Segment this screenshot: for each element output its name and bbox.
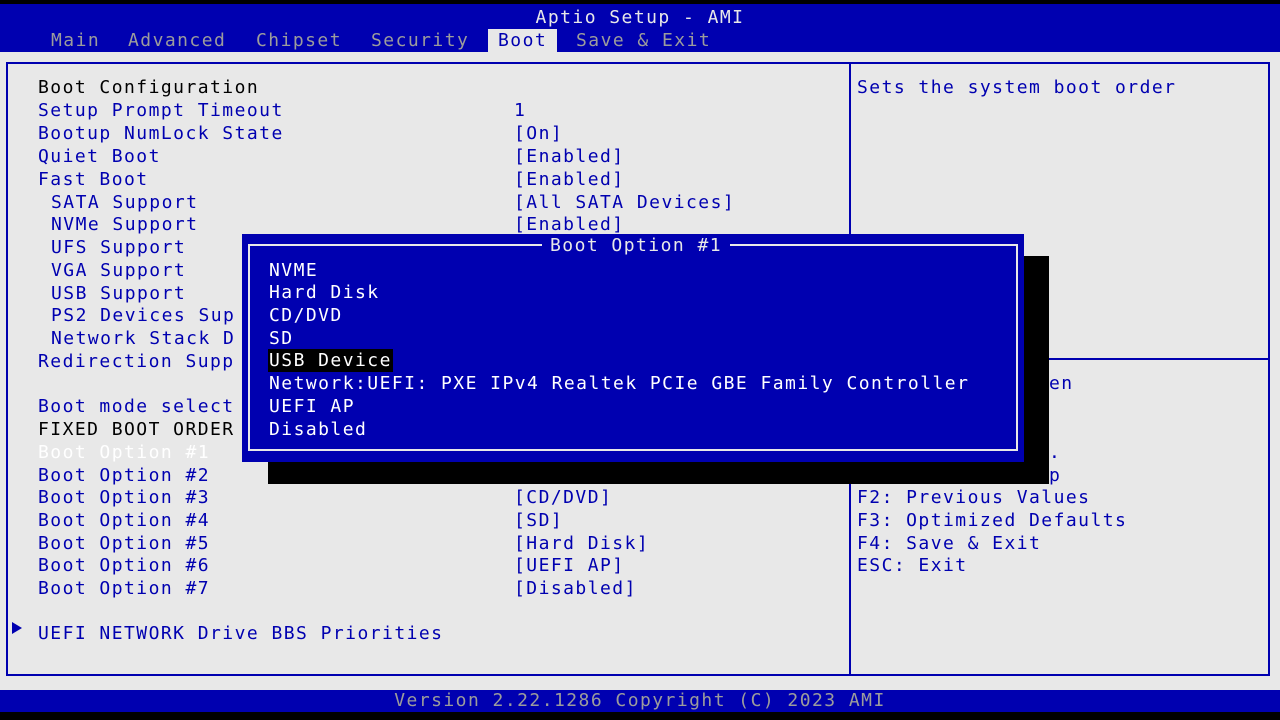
tab-security[interactable]: Security	[361, 29, 479, 52]
setting-nvme-support[interactable]: NVMe Support	[51, 213, 198, 236]
setting-boot-option-2[interactable]: Boot Option #2	[38, 464, 210, 487]
value-boot-option-7[interactable]: [Disabled]	[514, 577, 637, 600]
app-title: Aptio Setup - AMI	[535, 7, 745, 28]
setting-boot-option-6[interactable]: Boot Option #6	[38, 554, 210, 577]
value-boot-option-5[interactable]: [Hard Disk]	[514, 532, 649, 555]
version-text: Version 2.22.1286 Copyright (C) 2023 AMI	[394, 690, 886, 711]
setting-boot-option-5[interactable]: Boot Option #5	[38, 532, 210, 555]
setting-ufs-support[interactable]: UFS Support	[51, 236, 186, 259]
popup-option-nvme[interactable]: NVME	[268, 259, 319, 282]
popup-option-sd[interactable]: SD	[268, 327, 295, 350]
value-nvme-support[interactable]: [Enabled]	[514, 213, 625, 236]
help-key-f3: F3: Optimized Defaults	[857, 510, 1128, 531]
popup-option-uefi-ap[interactable]: UEFI AP	[268, 395, 356, 418]
setting-bootup-numlock-state[interactable]: Bootup NumLock State	[38, 122, 284, 145]
help-key-partial-3: p	[1049, 465, 1062, 486]
help-description: Sets the system boot order	[857, 77, 1177, 98]
value-fast-boot[interactable]: [Enabled]	[514, 168, 625, 191]
section-heading-boot-configuration: Boot Configuration	[38, 77, 260, 98]
value-sata-support[interactable]: [All SATA Devices]	[514, 191, 735, 214]
popup-option-hard-disk[interactable]: Hard Disk	[268, 281, 381, 304]
setting-sata-support[interactable]: SATA Support	[51, 191, 198, 214]
setting-network-stack[interactable]: Network Stack D	[51, 327, 235, 350]
value-boot-option-6[interactable]: [UEFI AP]	[514, 554, 625, 577]
setting-vga-support[interactable]: VGA Support	[51, 259, 186, 282]
value-setup-prompt-timeout[interactable]: 1	[514, 99, 526, 122]
tab-chipset[interactable]: Chipset	[246, 29, 352, 52]
setting-fast-boot[interactable]: Fast Boot	[38, 168, 149, 191]
setting-boot-option-4[interactable]: Boot Option #4	[38, 509, 210, 532]
value-quiet-boot[interactable]: [Enabled]	[514, 145, 625, 168]
tab-boot[interactable]: Boot	[488, 29, 558, 52]
setting-redirection-support[interactable]: Redirection Supp	[38, 350, 235, 373]
setting-setup-prompt-timeout[interactable]: Setup Prompt Timeout	[38, 99, 284, 122]
setting-boot-mode-select[interactable]: Boot mode select	[38, 395, 235, 418]
section-heading-fixed-boot-order: FIXED BOOT ORDER	[38, 419, 235, 440]
tab-main[interactable]: Main	[41, 29, 110, 52]
help-key-partial-2: .	[1049, 442, 1062, 463]
tab-advanced[interactable]: Advanced	[118, 29, 236, 52]
tab-save-exit[interactable]: Save & Exit	[566, 29, 721, 52]
help-key-partial-1: en	[1049, 373, 1074, 394]
popup-option-cd-dvd[interactable]: CD/DVD	[268, 304, 344, 327]
setting-quiet-boot[interactable]: Quiet Boot	[38, 145, 161, 168]
setting-boot-option-3[interactable]: Boot Option #3	[38, 486, 210, 509]
setting-boot-option-1[interactable]: Boot Option #1	[38, 441, 210, 464]
value-bootup-numlock-state[interactable]: [On]	[514, 122, 563, 145]
help-key-esc: ESC: Exit	[857, 555, 968, 576]
popup-title: Boot Option #1	[542, 234, 731, 257]
submenu-uefi-network-drive-bbs-priorities[interactable]: UEFI NETWORK Drive BBS Priorities	[38, 622, 443, 645]
help-key-f4: F4: Save & Exit	[857, 533, 1042, 554]
popup-option-network-pxe[interactable]: Network:UEFI: PXE IPv4 Realtek PCIe GBE …	[268, 372, 970, 395]
triangle-right-icon	[12, 622, 22, 634]
value-boot-option-3[interactable]: [CD/DVD]	[514, 486, 612, 509]
value-boot-option-4[interactable]: [SD]	[514, 509, 563, 532]
popup-option-disabled[interactable]: Disabled	[268, 418, 368, 441]
popup-option-usb-device[interactable]: USB Device	[268, 349, 393, 372]
setting-ps2-devices-support[interactable]: PS2 Devices Sup	[51, 304, 235, 327]
setting-usb-support[interactable]: USB Support	[51, 282, 186, 305]
setting-boot-option-7[interactable]: Boot Option #7	[38, 577, 210, 600]
help-key-f2: F2: Previous Values	[857, 487, 1091, 508]
